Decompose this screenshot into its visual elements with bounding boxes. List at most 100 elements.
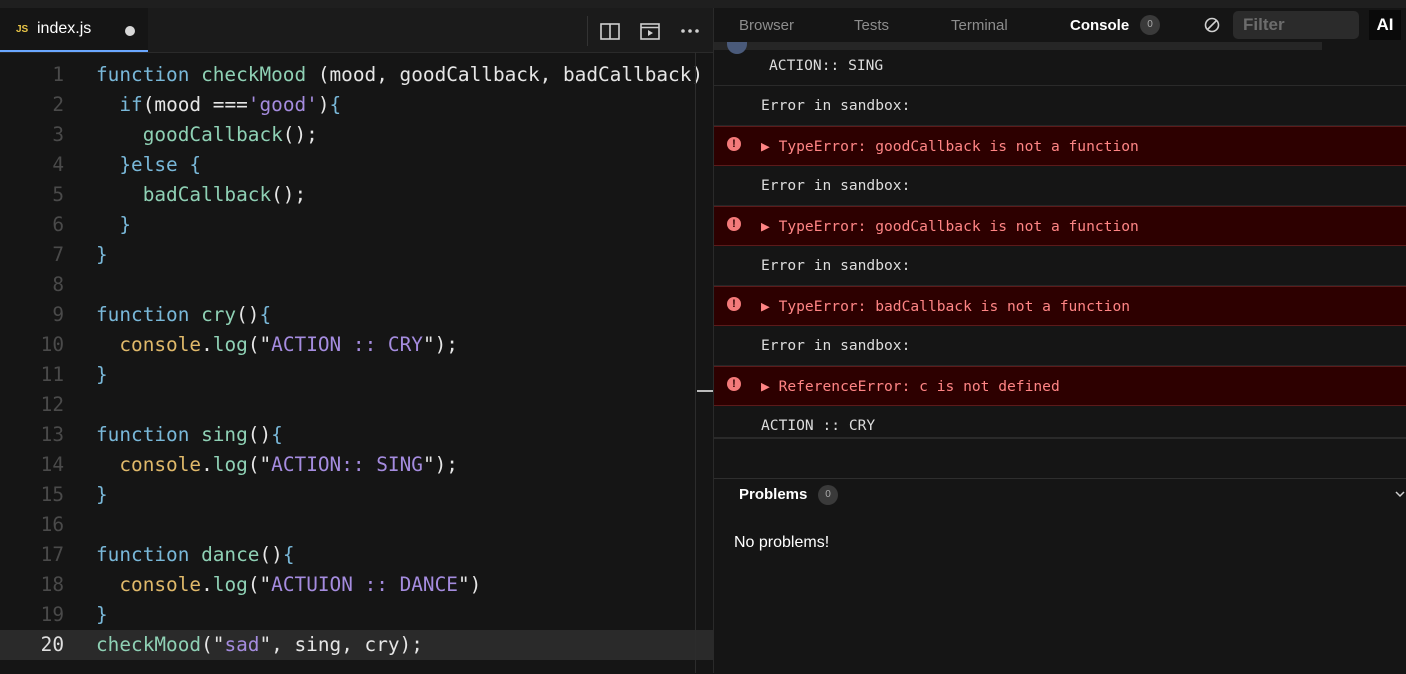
tab-console[interactable]: Console [1070, 17, 1129, 34]
console-error-text: ▶ ReferenceError: c is not defined [761, 378, 1060, 395]
code-token: () [247, 423, 272, 446]
code-token: log [212, 453, 248, 476]
code-line[interactable]: 15} [0, 480, 713, 510]
code-token: "); [422, 453, 458, 476]
tab-filename: index.js [37, 20, 92, 37]
code-text: function checkMood (mood, goodCallback, … [96, 60, 703, 90]
code-token: sad [224, 633, 260, 656]
code-text: console.log("ACTION:: SING"); [96, 450, 458, 480]
split-editor-icon[interactable] [597, 18, 623, 44]
code-editor: JS index.js 1 function checkMood (mood, g… [0, 8, 713, 673]
panel-tabs: Browser Tests Terminal Console 0 AI [714, 8, 1406, 42]
code-token: () [236, 303, 260, 326]
console-error-text: ▶ TypeError: goodCallback is not a funct… [761, 218, 1139, 235]
code-line[interactable]: 5 badCallback(); [0, 180, 713, 210]
line-number: 10 [40, 333, 64, 356]
code-line[interactable]: 1 function checkMood (mood, goodCallback,… [0, 60, 713, 90]
console-log-text: ACTION :: CRY [761, 417, 876, 434]
code-area[interactable]: 1 function checkMood (mood, goodCallback,… [0, 52, 713, 673]
code-token: badCallback [142, 183, 272, 206]
code-token: }else { [119, 153, 202, 176]
console-log-row: Error in sandbox: [714, 326, 1406, 366]
code-line[interactable]: 18 console.log("ACTUION :: DANCE") [0, 570, 713, 600]
expand-triangle-icon[interactable]: ▶ [761, 138, 779, 155]
code-token: function [96, 63, 202, 86]
code-text: function dance(){ [96, 540, 295, 570]
line-number: 9 [52, 303, 64, 326]
code-token: log [212, 573, 248, 596]
console-error-row[interactable]: ! ▶ ReferenceError: c is not defined [714, 366, 1406, 406]
code-token: } [119, 213, 132, 236]
line-number: 11 [40, 363, 64, 386]
clear-console-icon[interactable] [1204, 17, 1220, 33]
code-token: 'good' [247, 93, 318, 116]
code-token: (" [201, 633, 225, 656]
code-line[interactable]: 17 function dance(){ [0, 540, 713, 570]
line-number: 14 [40, 453, 64, 476]
code-token: "); [422, 333, 458, 356]
code-token: checkMood [201, 63, 307, 86]
no-problems-text: No problems! [734, 534, 830, 551]
expand-triangle-icon[interactable]: ▶ [761, 218, 779, 235]
code-text: console.log("ACTION :: CRY"); [96, 330, 458, 360]
window-top-strip [0, 0, 1406, 8]
code-token: function [96, 423, 202, 446]
expand-triangle-icon[interactable]: ▶ [761, 378, 779, 395]
expand-triangle-icon[interactable]: ▶ [761, 298, 779, 315]
code-line[interactable]: 20 checkMood("sad", sing, cry); [0, 630, 713, 660]
code-line[interactable]: 9 function cry(){ [0, 300, 713, 330]
error-icon: ! [727, 297, 741, 311]
console-input-row[interactable]: › [714, 437, 1406, 439]
code-line[interactable]: 7} [0, 240, 713, 270]
scrollbar-position-marker[interactable] [697, 390, 713, 392]
preview-icon[interactable] [637, 18, 663, 44]
code-line[interactable]: 6 } [0, 210, 713, 240]
code-token: (); [282, 123, 318, 146]
code-token: console [119, 333, 202, 356]
code-token: } [96, 243, 108, 266]
tab-browser[interactable]: Browser [739, 17, 794, 34]
code-line[interactable]: 16 [0, 510, 713, 540]
code-token: (" [247, 333, 272, 356]
console-filter-input[interactable] [1233, 11, 1359, 39]
editor-tab-bar: JS index.js [0, 8, 713, 53]
problems-title[interactable]: Problems [739, 486, 807, 503]
code-line[interactable]: 19} [0, 600, 713, 630]
code-token: function [96, 303, 202, 326]
code-line[interactable]: 11} [0, 360, 713, 390]
code-token: } [96, 363, 108, 386]
console-error-row[interactable]: ! ▶ TypeError: goodCallback is not a func… [714, 206, 1406, 246]
console-log-text: Error in sandbox: [761, 97, 911, 114]
error-icon: ! [727, 137, 741, 151]
ai-button[interactable]: AI [1369, 10, 1401, 40]
code-line[interactable]: 14 console.log("ACTION:: SING"); [0, 450, 713, 480]
tab-tests[interactable]: Tests [854, 17, 889, 34]
code-line[interactable]: 2 if(mood ==='good'){ [0, 90, 713, 120]
code-line[interactable]: 3 goodCallback(); [0, 120, 713, 150]
code-line[interactable]: 12 [0, 390, 713, 420]
code-line[interactable]: 4 }else { [0, 150, 713, 180]
code-line[interactable]: 10 console.log("ACTION :: CRY"); [0, 330, 713, 360]
line-number: 17 [40, 543, 64, 566]
code-token: . [201, 573, 213, 596]
code-line[interactable]: 8 [0, 270, 713, 300]
tab-terminal[interactable]: Terminal [951, 17, 1008, 34]
error-message: ReferenceError: c is not defined [778, 378, 1060, 395]
chevron-down-icon[interactable] [1394, 488, 1406, 500]
more-options-icon[interactable] [677, 18, 703, 44]
code-token: { [271, 423, 283, 446]
console-error-row[interactable]: ! ▶ TypeError: goodCallback is not a func… [714, 126, 1406, 166]
code-token: } [96, 483, 108, 506]
editor-tab-index-js[interactable]: JS index.js [0, 8, 148, 52]
unsaved-dot-icon[interactable] [125, 26, 135, 36]
code-token: (); [271, 183, 307, 206]
code-token: () [259, 543, 283, 566]
console-error-row[interactable]: ! ▶ TypeError: badCallback is not a funct… [714, 286, 1406, 326]
code-line[interactable]: 13 function sing(){ [0, 420, 713, 450]
code-token: (mood === [142, 93, 248, 116]
console-log-text: Error in sandbox: [761, 177, 911, 194]
